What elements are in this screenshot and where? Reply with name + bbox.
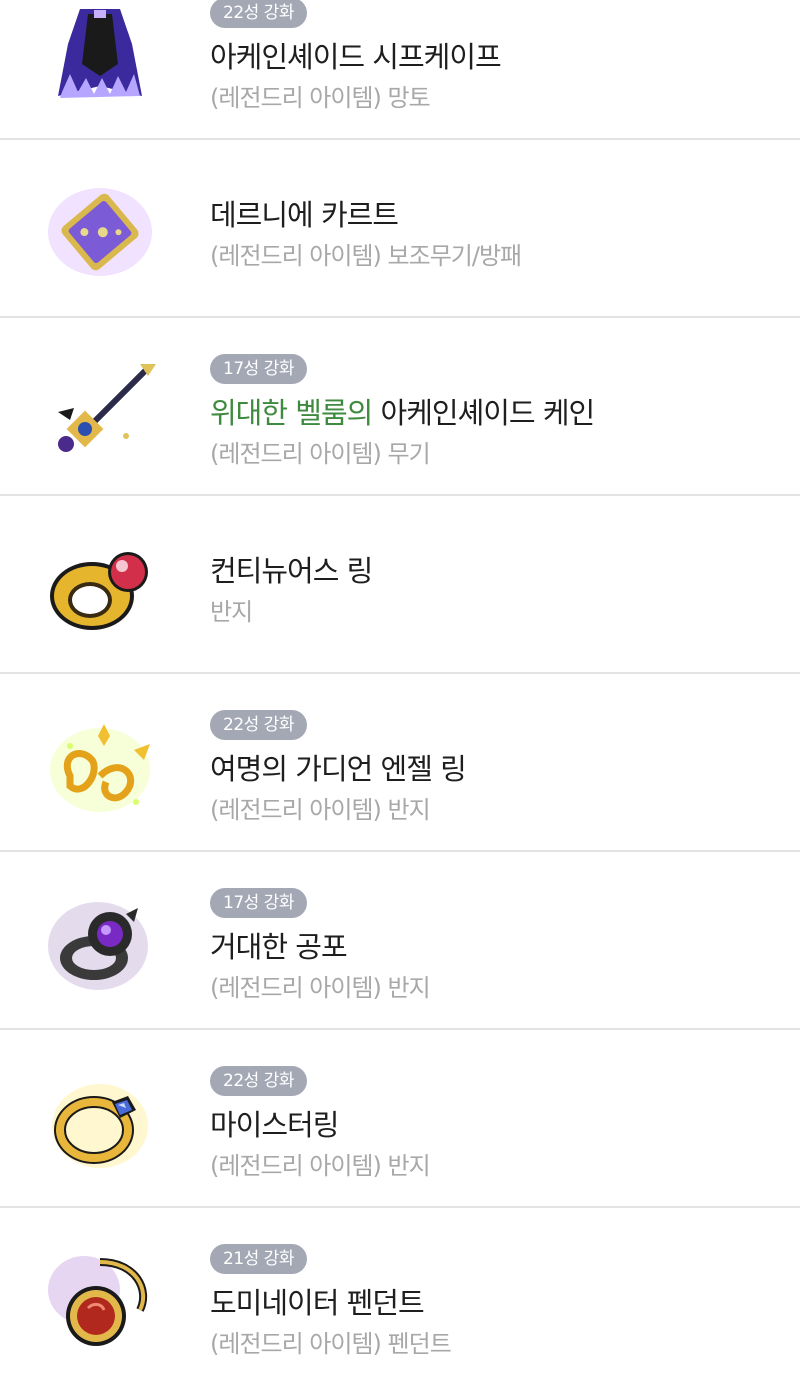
enhancement-badge: 17성 강화	[210, 354, 307, 384]
enhancement-badge: 17성 강화	[210, 888, 307, 918]
item-category: (레전드리 아이템) 보조무기/방패	[210, 242, 522, 270]
item-name-text: 컨티뉴어스 링	[210, 554, 373, 588]
item-name-text: 아케인셰이드 시프케이프	[210, 40, 502, 74]
list-item[interactable]: 21성 강화 도미네이터 펜던트 (레전드리 아이템) 펜던트	[0, 1208, 800, 1386]
meister-ring-icon	[52, 1084, 148, 1168]
item-name: 마이스터링	[210, 1102, 339, 1144]
item-name-text: 도미네이터 펜던트	[210, 1286, 425, 1320]
list-item[interactable]: 22성 강화 마이스터링 (레전드리 아이템) 반지	[0, 1030, 800, 1208]
pendant-icon	[48, 1256, 148, 1346]
enhancement-badge: 22성 강화	[210, 710, 307, 740]
item-name-text: 데르니에 카르트	[210, 198, 399, 232]
enhancement-badge: 21성 강화	[210, 1244, 307, 1274]
item-category: (레전드리 아이템) 펜던트	[210, 1330, 452, 1358]
item-name-text: 마이스터링	[210, 1108, 339, 1142]
enhancement-badge: 22성 강화	[210, 1066, 307, 1096]
item-name: 위대한 벨룸의 아케인셰이드 케인	[210, 390, 596, 432]
list-item[interactable]: 22성 강화 아케인셰이드 시프케이프 (레전드리 아이템) 망토	[0, 0, 800, 140]
angel-ring-icon	[50, 724, 150, 812]
item-name: 여명의 가디언 엔젤 링	[210, 746, 467, 788]
item-name-text: 거대한 공포	[210, 930, 348, 964]
item-name-text: 아케인셰이드 케인	[380, 396, 596, 430]
list-item[interactable]: 17성 강화 거대한 공포 (레전드리 아이템) 반지	[0, 852, 800, 1030]
dark-ring-icon	[48, 902, 148, 990]
list-item[interactable]: 데르니에 카르트 (레전드리 아이템) 보조무기/방패	[0, 140, 800, 318]
item-name: 아케인셰이드 시프케이프	[210, 34, 502, 76]
item-category: (레전드리 아이템) 망토	[210, 84, 431, 112]
card-icon	[48, 188, 152, 276]
item-name: 거대한 공포	[210, 924, 348, 966]
cane-icon	[58, 364, 156, 452]
item-category: (레전드리 아이템) 반지	[210, 796, 431, 824]
ring-icon	[50, 552, 148, 630]
list-item[interactable]: 17성 강화 위대한 벨룸의 아케인셰이드 케인 (레전드리 아이템) 무기	[0, 318, 800, 496]
item-name-prefix: 위대한 벨룸의	[210, 396, 381, 430]
equipment-list: 22성 강화 아케인셰이드 시프케이프 (레전드리 아이템) 망토 데르니에 카…	[0, 0, 800, 1386]
cape-icon	[58, 9, 142, 98]
item-category: (레전드리 아이템) 반지	[210, 1152, 431, 1180]
item-name: 컨티뉴어스 링	[210, 548, 373, 590]
item-name: 데르니에 카르트	[210, 192, 399, 234]
item-name: 도미네이터 펜던트	[210, 1280, 425, 1322]
item-name-text: 여명의 가디언 엔젤 링	[210, 752, 467, 786]
list-item[interactable]: 22성 강화 여명의 가디언 엔젤 링 (레전드리 아이템) 반지	[0, 674, 800, 852]
item-category: (레전드리 아이템) 무기	[210, 440, 431, 468]
item-category: (레전드리 아이템) 반지	[210, 974, 431, 1002]
enhancement-badge: 22성 강화	[210, 0, 307, 28]
item-category: 반지	[210, 598, 253, 626]
list-item[interactable]: 컨티뉴어스 링 반지	[0, 496, 800, 674]
